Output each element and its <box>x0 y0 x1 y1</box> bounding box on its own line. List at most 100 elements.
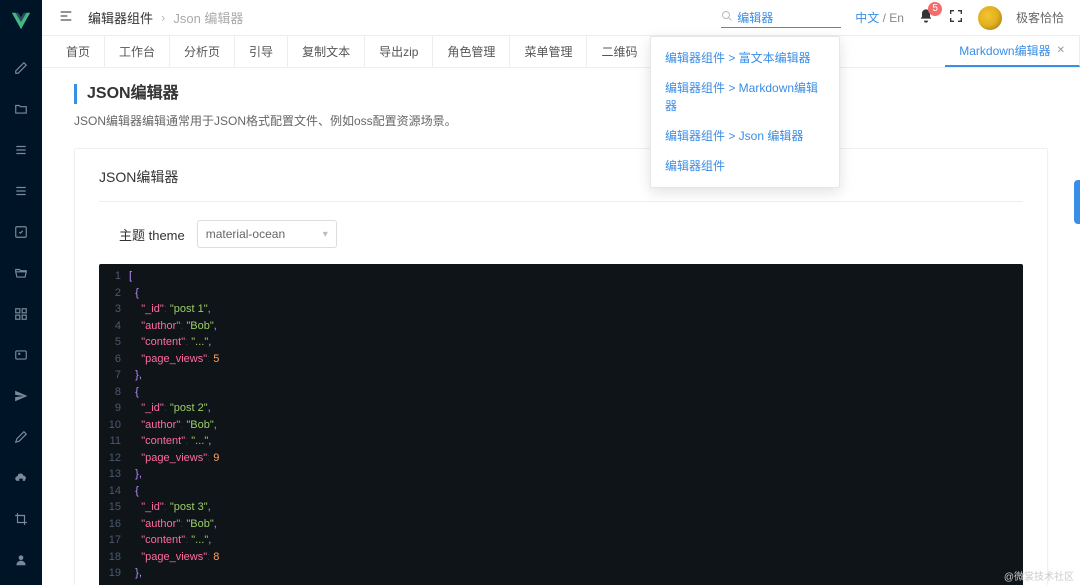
line-number: 7 <box>99 367 129 384</box>
tab-0[interactable]: 首页 <box>52 36 105 67</box>
vue-logo-icon[interactable] <box>10 10 32 35</box>
line-number: 5 <box>99 334 129 351</box>
sidebar-item-upload[interactable] <box>0 462 42 493</box>
sidebar-item-edit[interactable] <box>0 53 42 84</box>
code-line[interactable]: 4 "author": "Bob", <box>99 318 1023 335</box>
topbar: 编辑器组件 › Json 编辑器 中文 / En 5 极客恰恰 <box>42 0 1080 36</box>
fullscreen-icon[interactable] <box>948 8 964 27</box>
code-line[interactable]: 20 { <box>99 582 1023 585</box>
sidebar-item-crop[interactable] <box>0 503 42 534</box>
line-number: 8 <box>99 384 129 401</box>
line-number: 19 <box>99 565 129 582</box>
username[interactable]: 极客恰恰 <box>1016 9 1064 26</box>
breadcrumb: 编辑器组件 › Json 编辑器 <box>88 8 243 27</box>
code-line[interactable]: 6 "page_views": 5 <box>99 351 1023 368</box>
code-line[interactable]: 10 "author": "Bob", <box>99 417 1023 434</box>
notifications-badge: 5 <box>928 2 942 16</box>
line-number: 20 <box>99 582 129 585</box>
line-number: 10 <box>99 417 129 434</box>
search-result-1[interactable]: 编辑器组件 > Markdown编辑器 <box>651 73 839 121</box>
watermark: @微裳技术社区 <box>1004 568 1074 583</box>
sidebar-item-grid[interactable] <box>0 299 42 330</box>
sidebar-item-compose[interactable] <box>0 217 42 248</box>
code-line[interactable]: 11 "content": "...", <box>99 433 1023 450</box>
code-line[interactable]: 13 }, <box>99 466 1023 483</box>
tabs-bar: 首页工作台分析页引导复制文本导出zip角色管理菜单管理二维码编辑器Markdow… <box>42 36 1080 68</box>
code-line[interactable]: 3 "_id": "post 1", <box>99 301 1023 318</box>
avatar[interactable] <box>978 6 1002 30</box>
search-icon <box>721 10 733 25</box>
tab-6[interactable]: 角色管理 <box>433 36 510 67</box>
divider <box>99 201 1023 202</box>
line-number: 16 <box>99 516 129 533</box>
code-line[interactable]: 18 "page_views": 8 <box>99 549 1023 566</box>
code-line[interactable]: 5 "content": "...", <box>99 334 1023 351</box>
tab-7[interactable]: 菜单管理 <box>510 36 587 67</box>
line-number: 14 <box>99 483 129 500</box>
chevron-down-icon: ▾ <box>323 229 328 240</box>
theme-select-value: material-ocean <box>206 227 285 241</box>
search-result-0[interactable]: 编辑器组件 > 富文本编辑器 <box>651 43 839 73</box>
line-number: 12 <box>99 450 129 467</box>
code-line[interactable]: 19 }, <box>99 565 1023 582</box>
page-title: JSON编辑器 <box>74 84 1048 104</box>
sidebar-item-pen[interactable] <box>0 421 42 452</box>
line-number: 4 <box>99 318 129 335</box>
line-number: 15 <box>99 499 129 516</box>
line-number: 18 <box>99 549 129 566</box>
sidebar-item-user[interactable] <box>0 544 42 575</box>
code-line[interactable]: 15 "_id": "post 3", <box>99 499 1023 516</box>
theme-label: 主题 theme <box>119 225 185 244</box>
code-line[interactable]: 8 { <box>99 384 1023 401</box>
sidebar <box>0 0 42 585</box>
line-number: 11 <box>99 433 129 450</box>
search-result-2[interactable]: 编辑器组件 > Json 编辑器 <box>651 121 839 151</box>
sidebar-item-list[interactable] <box>0 135 42 166</box>
line-number: 1 <box>99 268 129 285</box>
content-area: JSON编辑器 JSON编辑器编辑通常用于JSON格式配置文件、例如oss配置资… <box>42 68 1080 585</box>
line-number: 9 <box>99 400 129 417</box>
line-number: 2 <box>99 285 129 302</box>
code-line[interactable]: 14 { <box>99 483 1023 500</box>
code-line[interactable]: 17 "content": "...", <box>99 532 1023 549</box>
theme-select[interactable]: material-ocean ▾ <box>197 220 337 248</box>
tab-4[interactable]: 复制文本 <box>288 36 365 67</box>
sidebar-item-open-folder[interactable] <box>0 258 42 289</box>
search-input-wrap[interactable] <box>721 8 841 28</box>
main: 编辑器组件 › Json 编辑器 中文 / En 5 极客恰恰 <box>42 0 1080 585</box>
breadcrumb-current: Json 编辑器 <box>173 8 243 27</box>
breadcrumb-parent[interactable]: 编辑器组件 <box>88 8 153 27</box>
code-line[interactable]: 1[ <box>99 268 1023 285</box>
code-line[interactable]: 16 "author": "Bob", <box>99 516 1023 533</box>
menu-toggle-icon[interactable] <box>58 8 74 27</box>
feedback-tab[interactable] <box>1074 180 1080 224</box>
json-editor[interactable]: 1[2 {3 "_id": "post 1",4 "author": "Bob"… <box>99 264 1023 585</box>
tab-2[interactable]: 分析页 <box>170 36 235 67</box>
tab-1[interactable]: 工作台 <box>105 36 170 67</box>
search-result-3[interactable]: 编辑器组件 <box>651 151 839 181</box>
sidebar-item-send[interactable] <box>0 380 42 411</box>
sidebar-item-image[interactable] <box>0 339 42 370</box>
tab-10[interactable]: Markdown编辑器✕ <box>945 36 1080 67</box>
sidebar-item-folder[interactable] <box>0 94 42 125</box>
tab-5[interactable]: 导出zip <box>365 36 433 67</box>
card-title: JSON编辑器 <box>99 167 1023 187</box>
line-number: 6 <box>99 351 129 368</box>
theme-row: 主题 theme material-ocean ▾ <box>99 220 1023 248</box>
tab-8[interactable]: 二维码 <box>587 36 652 67</box>
notifications-button[interactable]: 5 <box>918 8 934 27</box>
chevron-right-icon: › <box>161 10 165 25</box>
line-number: 3 <box>99 301 129 318</box>
tab-3[interactable]: 引导 <box>235 36 288 67</box>
page-description: JSON编辑器编辑通常用于JSON格式配置文件、例如oss配置资源场景。 <box>74 112 1048 130</box>
editor-card: JSON编辑器 主题 theme material-ocean ▾ 1[2 {3… <box>74 148 1048 585</box>
code-line[interactable]: 2 { <box>99 285 1023 302</box>
line-number: 17 <box>99 532 129 549</box>
search-dropdown: 编辑器组件 > 富文本编辑器编辑器组件 > Markdown编辑器编辑器组件 >… <box>650 36 840 188</box>
code-line[interactable]: 9 "_id": "post 2", <box>99 400 1023 417</box>
code-line[interactable]: 7 }, <box>99 367 1023 384</box>
language-switch[interactable]: 中文 / En <box>855 9 904 26</box>
close-icon[interactable]: ✕ <box>1057 45 1065 56</box>
code-line[interactable]: 12 "page_views": 9 <box>99 450 1023 467</box>
sidebar-item-list2[interactable] <box>0 176 42 207</box>
